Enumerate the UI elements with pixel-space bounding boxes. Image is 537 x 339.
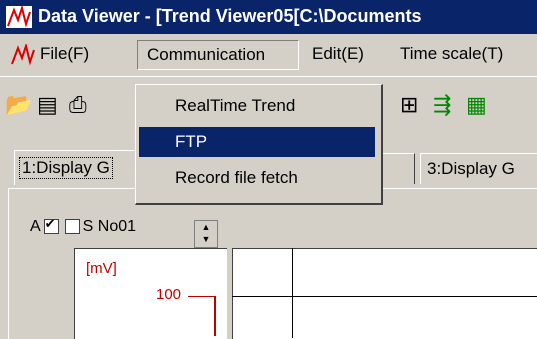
app-menu-icon[interactable] xyxy=(10,44,36,66)
channel-spinner[interactable]: ▲ ▼ xyxy=(194,220,218,248)
a-checkbox[interactable] xyxy=(43,216,59,235)
grid-button[interactable]: ⊞ xyxy=(397,91,427,121)
menu-file[interactable]: File(F) xyxy=(40,44,89,64)
channel-controls: A S No01 xyxy=(30,216,136,236)
menu-communication[interactable]: Communication xyxy=(137,40,299,70)
tab-display-3-label: 3:Display G xyxy=(427,159,515,178)
menu-item-realtime-trend[interactable]: RealTime Trend xyxy=(139,91,375,121)
scale-unit: [mV] xyxy=(86,260,117,277)
menu-timescale[interactable]: Time scale(T) xyxy=(400,44,503,64)
spin-up-icon[interactable]: ▲ xyxy=(195,221,217,233)
scale-tick-label: 100 xyxy=(156,286,182,303)
app-logo-icon xyxy=(6,6,32,28)
menu-item-label: Record file fetch xyxy=(175,168,298,187)
menu-bar: File(F) Communication Edit(E) Time scale… xyxy=(0,34,537,76)
trend-plot[interactable] xyxy=(232,248,537,339)
title-bar: Data Viewer - [Trend Viewer05[C:\Documen… xyxy=(0,0,537,34)
open-folder-icon: 📂 xyxy=(5,92,33,117)
table-icon: ▦ xyxy=(466,92,487,117)
document-button[interactable]: ▤ xyxy=(34,91,64,121)
s-checkbox[interactable] xyxy=(64,219,80,235)
grid-icon: ⊞ xyxy=(400,92,419,117)
menu-item-label: FTP xyxy=(175,132,208,151)
document-icon: ▤ xyxy=(37,92,58,117)
print-button[interactable]: ⎙ xyxy=(66,91,96,121)
table-button[interactable]: ▦ xyxy=(463,91,493,121)
menu-item-ftp[interactable]: FTP xyxy=(139,127,375,157)
menu-item-label: RealTime Trend xyxy=(175,96,296,115)
tab-display-3[interactable]: 3:Display G xyxy=(420,153,537,184)
plot-grid-horizontal xyxy=(232,296,537,297)
channel-select[interactable]: No01 xyxy=(98,218,136,235)
communication-dropdown: RealTime Trend FTP Record file fetch xyxy=(135,84,383,205)
menu-item-record-file-fetch[interactable]: Record file fetch xyxy=(139,163,375,193)
s-label: S xyxy=(82,218,94,235)
menu-communication-label: Communication xyxy=(147,45,266,64)
export-icon: ⇶ xyxy=(433,92,452,117)
a-label: A xyxy=(30,218,41,235)
window-title: Data Viewer - [Trend Viewer05[C:\Documen… xyxy=(38,6,422,26)
tab-display-1-label: 1:Display G xyxy=(19,157,113,179)
export-button[interactable]: ⇶ xyxy=(430,91,460,121)
menu-edit[interactable]: Edit(E) xyxy=(312,44,364,64)
spin-down-icon[interactable]: ▼ xyxy=(195,233,217,245)
plot-grid-vertical xyxy=(292,248,293,338)
print-icon: ⎙ xyxy=(69,92,87,117)
scale-tick-mark xyxy=(188,296,214,297)
scale-axis xyxy=(214,296,216,336)
open-button[interactable]: 📂 xyxy=(2,91,32,121)
